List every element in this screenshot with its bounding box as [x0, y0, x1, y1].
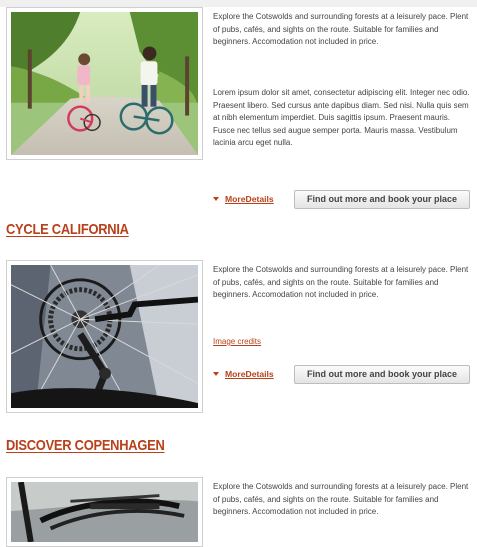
- tour-image-children-cycling[interactable]: [6, 7, 203, 160]
- tour-description: Explore the Cotswolds and surrounding fo…: [213, 265, 469, 300]
- bicycle-derailleur-photo: [11, 265, 198, 408]
- tour-actions: MoreDetails Find out more and book your …: [213, 190, 473, 212]
- tour-title-discover-copenhagen[interactable]: DISCOVER COPENHAGEN: [6, 437, 165, 454]
- book-place-button[interactable]: Find out more and book your place: [294, 365, 470, 384]
- book-place-button[interactable]: Find out more and book your place: [294, 190, 470, 209]
- tour-image-bicycle-rack[interactable]: [6, 477, 203, 547]
- image-credits-link[interactable]: Image credits: [213, 337, 261, 346]
- more-details-link[interactable]: MoreDetails: [213, 194, 274, 204]
- tour-description: Explore the Cotswolds and surrounding fo…: [213, 482, 469, 517]
- tour-title-cycle-california[interactable]: CYCLE CALIFORNIA: [6, 221, 129, 238]
- tour-description: Explore the Cotswolds and surrounding fo…: [213, 12, 469, 47]
- more-details-label: MoreDetails: [225, 194, 274, 204]
- tour-extra-text: Lorem ipsum dolor sit amet, consectetur …: [213, 88, 470, 148]
- top-bar: [0, 0, 477, 7]
- more-details-link[interactable]: MoreDetails: [213, 369, 274, 379]
- caret-down-icon: [213, 372, 219, 376]
- tour-actions: MoreDetails Find out more and book your …: [213, 365, 473, 387]
- children-cycling-photo: [11, 12, 198, 155]
- tour-image-bicycle-derailleur[interactable]: [6, 260, 203, 413]
- bicycle-rack-photo: [11, 482, 198, 542]
- more-details-label: MoreDetails: [225, 369, 274, 379]
- caret-down-icon: [213, 197, 219, 201]
